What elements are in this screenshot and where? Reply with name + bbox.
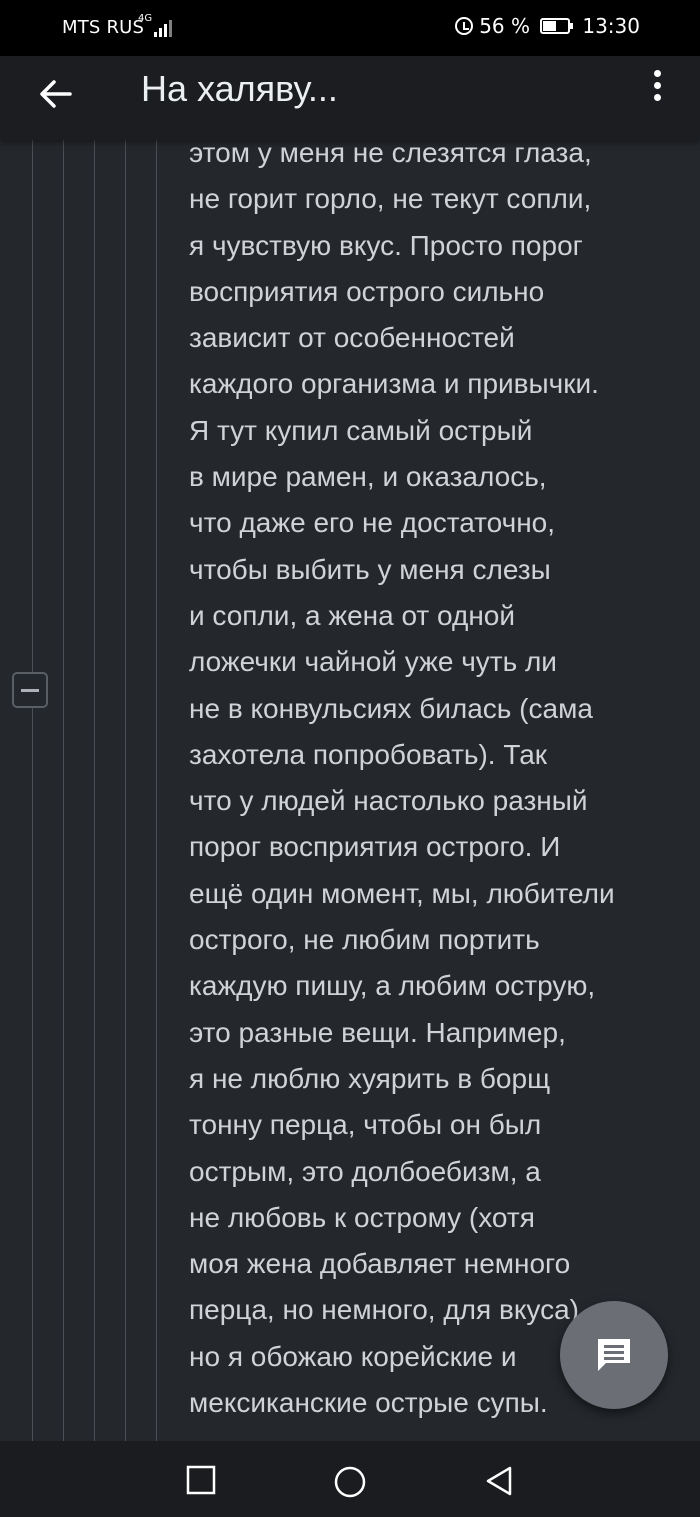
collapse-thread-button[interactable] bbox=[12, 672, 48, 708]
alarm-icon bbox=[455, 17, 474, 35]
comment-fab-button[interactable] bbox=[560, 1301, 668, 1409]
arrow-left-icon[interactable] bbox=[34, 72, 78, 116]
battery-icon bbox=[540, 18, 573, 34]
status-right: 56 % bbox=[455, 14, 573, 38]
circle-icon[interactable] bbox=[333, 1465, 367, 1504]
status-bar: MTS RUS 4G 56 % 13:30 bbox=[0, 0, 700, 56]
thread-indent-lines bbox=[0, 140, 180, 1442]
square-icon[interactable] bbox=[186, 1465, 216, 1500]
comment-icon bbox=[598, 1339, 630, 1371]
triangle-back-icon[interactable] bbox=[484, 1465, 514, 1502]
battery-percent: 56 % bbox=[479, 14, 530, 38]
page-title: На халяву... bbox=[141, 68, 338, 109]
app-bar: На халяву... bbox=[0, 56, 700, 140]
carrier-name: MTS RUS bbox=[62, 17, 145, 38]
comment-text: этом у меня не слезятся глаза, не горит … bbox=[189, 137, 615, 1419]
clock: 13:30 bbox=[582, 14, 640, 38]
more-vertical-icon[interactable] bbox=[646, 70, 670, 110]
signal-icon bbox=[150, 17, 172, 37]
system-nav-bar bbox=[0, 1441, 700, 1517]
